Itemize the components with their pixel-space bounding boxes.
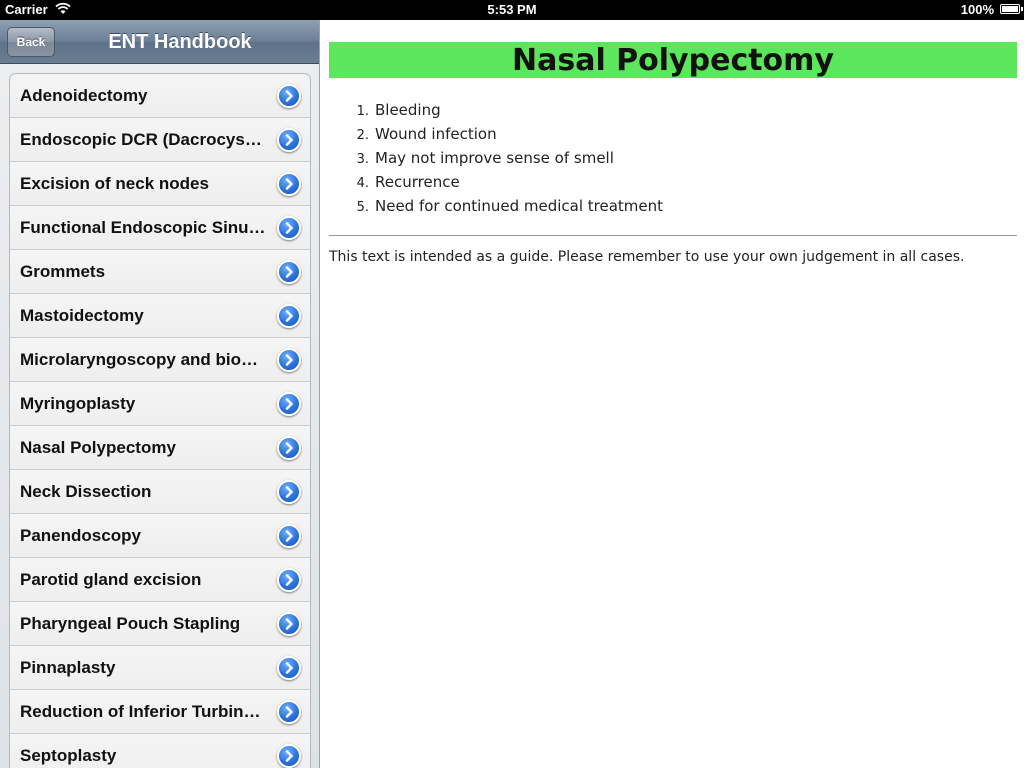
divider [329, 235, 1017, 236]
detail-pane: Nasal Polypectomy 1. Bleeding 2. Wound inf… [320, 20, 1024, 768]
list-item[interactable]: Grommets [10, 250, 310, 294]
disclosure-chevron-icon[interactable] [277, 128, 301, 152]
disclosure-chevron-icon[interactable] [277, 172, 301, 196]
list-item-label: Parotid gland excision [20, 570, 202, 589]
disclosure-chevron-icon[interactable] [277, 524, 301, 548]
item-text: Wound infection [375, 125, 497, 143]
list-item[interactable]: Septoplasty [10, 734, 310, 768]
page-title: Nasal Polypectomy [329, 42, 1017, 78]
list-item-label: Pinnaplasty [20, 658, 116, 677]
list-item[interactable]: Pinnaplasty [10, 646, 310, 690]
disclosure-chevron-icon[interactable] [277, 84, 301, 108]
battery-icon [1000, 4, 1023, 14]
list-item-label: Pharyngeal Pouch Stapling [20, 614, 241, 633]
battery-percentage: 100% [960, 2, 994, 17]
clock: 5:53 PM [487, 2, 537, 17]
item-text: May not improve sense of smell [375, 149, 614, 167]
list-item-label: Mastoidectomy [20, 306, 144, 325]
disclosure-chevron-icon[interactable] [277, 700, 301, 724]
list-item[interactable]: Microlaryngoscopy and bio… [10, 338, 310, 382]
disclosure-chevron-icon[interactable] [277, 612, 301, 636]
disclosure-chevron-icon[interactable] [277, 436, 301, 460]
item-text: Bleeding [375, 101, 441, 119]
disclosure-chevron-icon[interactable] [277, 480, 301, 504]
list-item[interactable]: Pharyngeal Pouch Stapling [10, 602, 310, 646]
list-item[interactable]: Adenoidectomy [10, 74, 310, 118]
list-item-label: Functional Endoscopic Sinu… [20, 218, 266, 237]
list-item[interactable]: Nasal Polypectomy [10, 426, 310, 470]
disclosure-chevron-icon[interactable] [277, 744, 301, 768]
list-item: 2. Wound infection [342, 122, 663, 146]
list-item-label: Septoplasty [20, 746, 117, 765]
list-item-label: Microlaryngoscopy and bio… [20, 350, 259, 369]
disclosure-chevron-icon[interactable] [277, 392, 301, 416]
list-item-label: Grommets [20, 262, 106, 281]
list-item[interactable]: Mastoidectomy [10, 294, 310, 338]
item-number: 2. [356, 128, 369, 143]
list-item-label: Excision of neck nodes [20, 174, 209, 193]
disclosure-chevron-icon[interactable] [277, 216, 301, 240]
disclosure-chevron-icon[interactable] [277, 304, 301, 328]
list-item[interactable]: Neck Dissection [10, 470, 310, 514]
list-item[interactable]: Parotid gland excision [10, 558, 310, 602]
nav-title: ENT Handbook [108, 31, 252, 53]
disclosure-chevron-icon[interactable] [277, 260, 301, 284]
list-item-label: Panendoscopy [20, 526, 141, 545]
disclosure-chevron-icon[interactable] [277, 348, 301, 372]
list-item[interactable]: Panendoscopy [10, 514, 310, 558]
list-item[interactable]: Reduction of Inferior Turbin… [10, 690, 310, 734]
disclosure-chevron-icon[interactable] [277, 656, 301, 680]
item-number: 1. [356, 104, 369, 119]
complications-list: 1. Bleeding 2. Wound infection 3. May not i… [342, 98, 663, 218]
navigation-bar: Back ENT Handbook [0, 20, 319, 64]
procedure-list: Adenoidectomy Endoscopic DCR (Dacrocys… … [9, 73, 311, 768]
master-pane: Back ENT Handbook Adenoidectomy Endoscop… [0, 20, 320, 768]
item-number: 3. [356, 152, 369, 167]
item-number: 4. [356, 176, 369, 191]
disclaimer-text: This text is intended as a guide. Please… [329, 249, 965, 265]
disclosure-chevron-icon[interactable] [277, 568, 301, 592]
list-item-label: Nasal Polypectomy [20, 438, 176, 457]
list-item-label: Endoscopic DCR (Dacrocys… [20, 130, 262, 149]
list-item: 5. Need for continued medical treatment [342, 194, 663, 218]
list-item-label: Adenoidectomy [20, 86, 148, 105]
list-item: 4. Recurrence [342, 170, 663, 194]
list-item[interactable]: Functional Endoscopic Sinu… [10, 206, 310, 250]
list-item: 1. Bleeding [342, 98, 663, 122]
back-button[interactable]: Back [7, 27, 55, 57]
list-item[interactable]: Endoscopic DCR (Dacrocys… [10, 118, 310, 162]
item-text: Need for continued medical treatment [375, 197, 664, 215]
item-text: Recurrence [375, 173, 460, 191]
list-item: 3. May not improve sense of smell [342, 146, 663, 170]
item-number: 5. [356, 200, 369, 215]
list-item-label: Reduction of Inferior Turbin… [20, 702, 261, 721]
list-item[interactable]: Myringoplasty [10, 382, 310, 426]
status-bar: Carrier 5:53 PM 100% [0, 0, 1024, 20]
list-item-label: Myringoplasty [20, 394, 136, 413]
list-item[interactable]: Excision of neck nodes [10, 162, 310, 206]
list-item-label: Neck Dissection [20, 482, 152, 501]
